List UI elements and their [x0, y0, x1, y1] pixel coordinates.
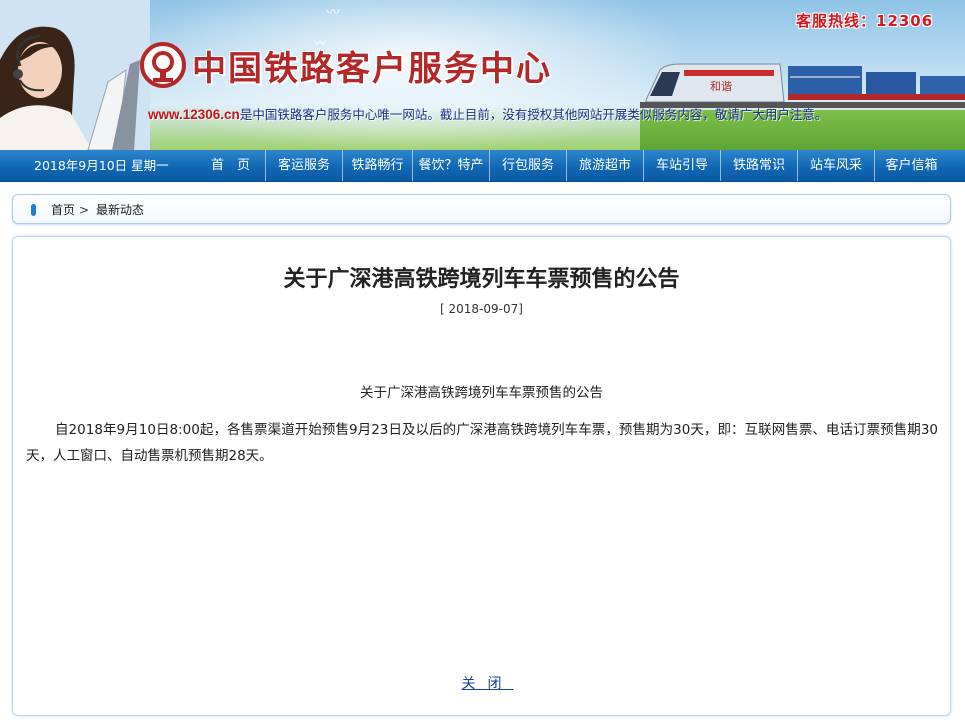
- breadcrumb-marker-icon: [31, 204, 36, 216]
- article-body: 自2018年9月10日8:00起，各售票渠道开始预售9月23日及以后的广深港高铁…: [26, 422, 938, 464]
- bird-icon: 〰: [326, 5, 340, 21]
- breadcrumb-current: 最新动态: [96, 203, 145, 217]
- nav-item-luggage[interactable]: 行包服务: [489, 150, 566, 181]
- article-date-value: 2018-09-07: [448, 302, 519, 316]
- close-link[interactable]: 关闭: [13, 673, 950, 693]
- nav-list: 首 页 客运服务 铁路畅行 餐饮？特产 行包服务 旅游超市 车站引导 铁路常识 …: [196, 150, 948, 181]
- nav-item-passenger[interactable]: 客运服务: [265, 150, 342, 181]
- customer-service-woman-icon: [0, 0, 150, 150]
- rail-logo-icon: [140, 42, 186, 88]
- nav-item-travel[interactable]: 旅游超市: [566, 150, 643, 181]
- main-nav: 2018年9月10日 星期一 首 页 客运服务 铁路畅行 餐饮？特产 行包服务 …: [0, 150, 965, 182]
- notice-text: 是中国铁路客户服务中心唯一网站。截止目前，没有授权其他网站开展类似服务内容，敬请…: [239, 107, 828, 122]
- breadcrumb: 首页 > 最新动态: [12, 194, 951, 224]
- nav-item-home[interactable]: 首 页: [196, 150, 265, 181]
- header-banner: 〰 〰 中国铁路客户服务中心 客服热线：12306 和谐 www.12306.c…: [0, 0, 965, 150]
- nav-item-knowledge[interactable]: 铁路常识: [720, 150, 797, 181]
- nav-item-railway[interactable]: 铁路畅行: [342, 150, 412, 181]
- hotline-number: 客服热线：12306: [796, 12, 934, 30]
- site-logo[interactable]: 中国铁路客户服务中心: [140, 40, 552, 90]
- article-title: 关于广深港高铁跨境列车车票预售的公告: [283, 267, 680, 292]
- site-url-link[interactable]: www.12306.cn: [148, 107, 240, 122]
- site-title: 中国铁路客户服务中心: [192, 48, 552, 89]
- breadcrumb-separator: >: [79, 203, 90, 217]
- close-link-label[interactable]: 关闭: [462, 676, 514, 692]
- breadcrumb-home-link[interactable]: 首页: [51, 195, 75, 225]
- nav-item-gallery[interactable]: 站车风采: [797, 150, 874, 181]
- nav-item-mailbox[interactable]: 客户信箱: [874, 150, 948, 181]
- train-label: 和谐: [710, 79, 732, 93]
- article-subtitle: 关于广深港高铁跨境列车车票预售的公告: [360, 385, 603, 401]
- nav-item-station[interactable]: 车站引导: [643, 150, 720, 181]
- site-notice: www.12306.cn是中国铁路客户服务中心唯一网站。截止目前，没有授权其他网…: [148, 104, 827, 123]
- current-date: 2018年9月10日 星期一: [34, 158, 169, 173]
- article-date: [ 2018-09-07]: [440, 302, 523, 316]
- nav-item-catering[interactable]: 餐饮？特产: [412, 150, 489, 181]
- article-panel: 关于广深港高铁跨境列车车票预售的公告 [ 2018-09-07] 关于广深港高铁…: [12, 236, 951, 716]
